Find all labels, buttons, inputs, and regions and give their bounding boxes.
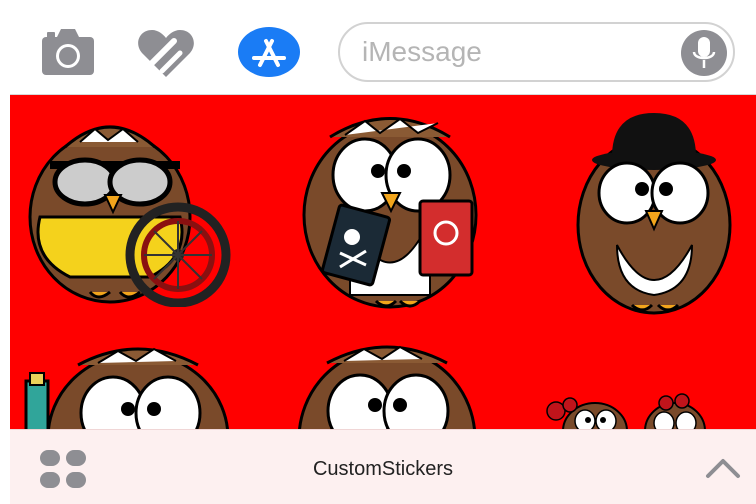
heart-apps-icon: [138, 30, 194, 77]
dictation-button[interactable]: [681, 30, 727, 76]
left-edge: [0, 0, 10, 504]
messages-app: CustomStickers: [10, 0, 756, 504]
app-store-icon: [238, 27, 300, 77]
digital-touch-button[interactable]: [135, 26, 197, 80]
owl-cyclist-sticker[interactable]: [20, 107, 240, 307]
sticker-drawer: [10, 95, 756, 429]
owl-books-sticker[interactable]: [280, 105, 500, 315]
owl-plain-sticker[interactable]: [282, 339, 492, 429]
app-store-button[interactable]: [238, 25, 300, 79]
compose-bar: [10, 0, 756, 95]
message-field[interactable]: [362, 35, 662, 69]
owl-tube-sticker[interactable]: [18, 343, 238, 429]
app-name-label: CustomStickers: [312, 458, 454, 480]
owl-pair-roses-sticker[interactable]: [540, 391, 710, 429]
camera-button[interactable]: [40, 25, 96, 79]
camera-icon: [42, 29, 94, 75]
owl-bowler-hat-sticker[interactable]: [562, 105, 742, 315]
message-input[interactable]: [338, 22, 735, 82]
app-drawer-bar: CustomStickers: [10, 429, 756, 504]
chevron-up-icon[interactable]: [704, 454, 742, 482]
microphone-icon: [692, 37, 716, 68]
